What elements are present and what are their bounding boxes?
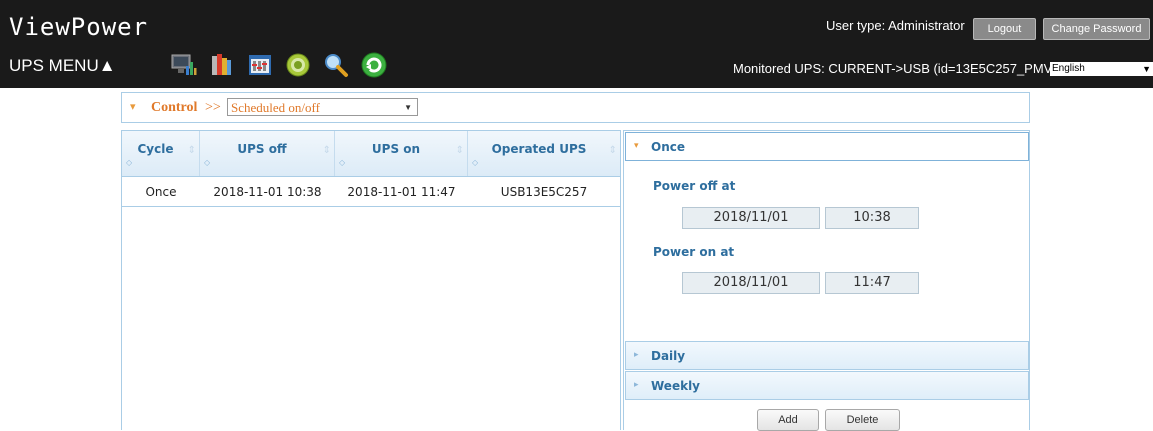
sort-icon: ◇ (126, 158, 133, 167)
schedule-editor: ▾ Once Power off at 2018/11/01 10:38 Pow… (623, 130, 1030, 431)
power-off-date-field[interactable]: 2018/11/01 (682, 207, 820, 229)
chevron-down-icon: ▾ (634, 141, 639, 151)
sort-icon: ⇕ (187, 145, 196, 156)
sort-icon: ⇕ (455, 145, 464, 156)
column-header-ups-off[interactable]: UPS off ◇ ⇕ (200, 131, 335, 176)
column-header-cycle[interactable]: Cycle ◇ ⇕ (122, 131, 200, 176)
ups-menu-toggle[interactable]: UPS MENU▲ (9, 56, 116, 76)
chevron-right-icon: ▸ (634, 380, 639, 390)
settings-panel-icon[interactable] (246, 51, 274, 79)
power-off-time-field[interactable]: 10:38 (825, 207, 919, 229)
chevron-down-icon: ▼ (404, 103, 412, 112)
control-bar: ▾ Control >> Scheduled on/off ▼ (121, 92, 1030, 123)
breadcrumb-separator: >> (205, 100, 221, 115)
change-password-button[interactable]: Change Password (1043, 18, 1150, 40)
sort-icon: ⇕ (322, 145, 331, 156)
user-type-text: User type: Administrator (826, 18, 965, 33)
table-cell: USB13E5C257 (500, 185, 588, 199)
power-button-icon[interactable] (284, 51, 312, 79)
power-on-time-field[interactable]: 11:47 (825, 272, 919, 294)
language-select-value: English (1052, 63, 1085, 74)
column-header-operated-ups[interactable]: Operated UPS ◇ ⇕ (468, 131, 620, 176)
chevron-down-icon: ▾ (130, 100, 136, 113)
monitored-ups-text: Monitored UPS: CURRENT->USB (id=13E5C257… (733, 61, 1057, 76)
table-cell: Once (145, 185, 177, 199)
language-select[interactable]: English ▼ (1050, 62, 1153, 76)
table-header: Cycle ◇ ⇕ UPS off ◇ ⇕ UPS on ◇ ⇕ Operate… (122, 131, 620, 177)
sort-icon: ◇ (204, 158, 211, 167)
table-cell: 2018-11-01 11:47 (347, 185, 456, 199)
accordion-daily[interactable]: ▸ Daily (625, 341, 1029, 370)
table-row[interactable]: Once 2018-11-01 10:38 2018-11-01 11:47 U… (122, 177, 620, 207)
sort-icon: ⇕ (608, 145, 617, 156)
table-cell: 2018-11-01 10:38 (213, 185, 322, 199)
accordion-once[interactable]: ▾ Once (625, 132, 1029, 161)
chevron-right-icon: ▸ (634, 350, 639, 360)
refresh-icon[interactable] (360, 51, 388, 79)
power-on-label: Power on at (653, 245, 735, 259)
column-header-ups-on[interactable]: UPS on ◇ ⇕ (335, 131, 468, 176)
sort-icon: ◇ (472, 158, 479, 167)
schedule-table: Cycle ◇ ⇕ UPS off ◇ ⇕ UPS on ◇ ⇕ Operate… (121, 130, 621, 430)
accordion-weekly-label: Weekly (651, 379, 701, 393)
power-on-date-field[interactable]: 2018/11/01 (682, 272, 820, 294)
add-button[interactable]: Add (757, 409, 819, 431)
monitor-chart-icon[interactable] (170, 51, 198, 79)
sort-icon: ◇ (339, 158, 346, 167)
accordion-daily-label: Daily (651, 349, 686, 363)
app-title: ViewPower (9, 13, 149, 41)
accordion-weekly[interactable]: ▸ Weekly (625, 371, 1029, 400)
app-header: ViewPower UPS MENU▲ User type: Administr… (0, 0, 1153, 88)
power-off-label: Power off at (653, 179, 736, 193)
control-mode-value: Scheduled on/off (231, 100, 320, 115)
control-label: Control (151, 100, 198, 115)
toolbar (170, 51, 388, 79)
chevron-down-icon: ▼ (1142, 64, 1151, 74)
logout-button[interactable]: Logout (973, 18, 1036, 40)
search-icon[interactable] (322, 51, 350, 79)
accordion-once-label: Once (651, 140, 685, 154)
control-mode-select[interactable]: Scheduled on/off ▼ (227, 98, 418, 116)
delete-button[interactable]: Delete (825, 409, 900, 431)
books-icon[interactable] (208, 51, 236, 79)
